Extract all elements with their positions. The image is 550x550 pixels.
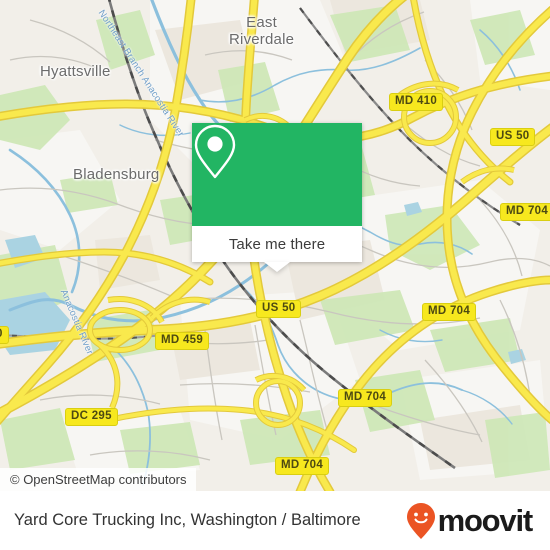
road-shield-us-50-ne[interactable]: US 50 — [490, 128, 536, 146]
callout-cta-bar[interactable]: Take me there — [192, 226, 362, 262]
moovit-logo[interactable]: moovit — [405, 502, 534, 540]
road-shield-md-410[interactable]: MD 410 — [389, 93, 444, 111]
map-place-label-east-riverdale-line1: East — [246, 14, 277, 31]
map-screenshot: Hyattsville Bladensburg East Riverdale N… — [0, 0, 550, 550]
footer-location-title: Yard Core Trucking Inc, Washington / Bal… — [14, 511, 361, 529]
road-shield-md-704-mid[interactable]: MD 704 — [422, 303, 477, 321]
road-shield-us-50-center[interactable]: US 50 — [256, 300, 302, 318]
callout-pin-wrapper — [192, 123, 362, 226]
map-place-label-hyattsville: Hyattsville — [40, 63, 111, 80]
callout-pointer-tip — [264, 262, 290, 272]
map-place-label-bladensburg: Bladensburg — [73, 166, 160, 183]
road-shield-md-704-e[interactable]: MD 704 — [500, 203, 550, 221]
road-shield-md-459[interactable]: MD 459 — [155, 332, 210, 350]
footer-bar: Yard Core Trucking Inc, Washington / Bal… — [0, 491, 550, 550]
map-place-label-east-riverdale-line2: Riverdale — [229, 31, 295, 48]
map-canvas[interactable]: Hyattsville Bladensburg East Riverdale N… — [0, 0, 550, 491]
road-shield-dc-295[interactable]: DC 295 — [65, 408, 118, 426]
location-callout-card[interactable]: Take me there — [192, 123, 362, 272]
road-shield-md-704-sw[interactable]: MD 704 — [275, 457, 330, 475]
moovit-wordmark: moovit — [437, 503, 534, 538]
map-attribution[interactable]: © OpenStreetMap contributors — [0, 468, 196, 491]
moovit-smiley-pin-icon — [406, 502, 435, 539]
road-shield-edge-clipped[interactable]: 0 — [0, 326, 9, 344]
map-place-label-east-riverdale: East Riverdale — [229, 14, 294, 48]
road-shield-md-704-s[interactable]: MD 704 — [338, 389, 393, 407]
callout-cta-label: Take me there — [228, 235, 326, 253]
map-pin-icon — [194, 124, 236, 179]
map-attribution-text: © OpenStreetMap contributors — [10, 472, 187, 487]
